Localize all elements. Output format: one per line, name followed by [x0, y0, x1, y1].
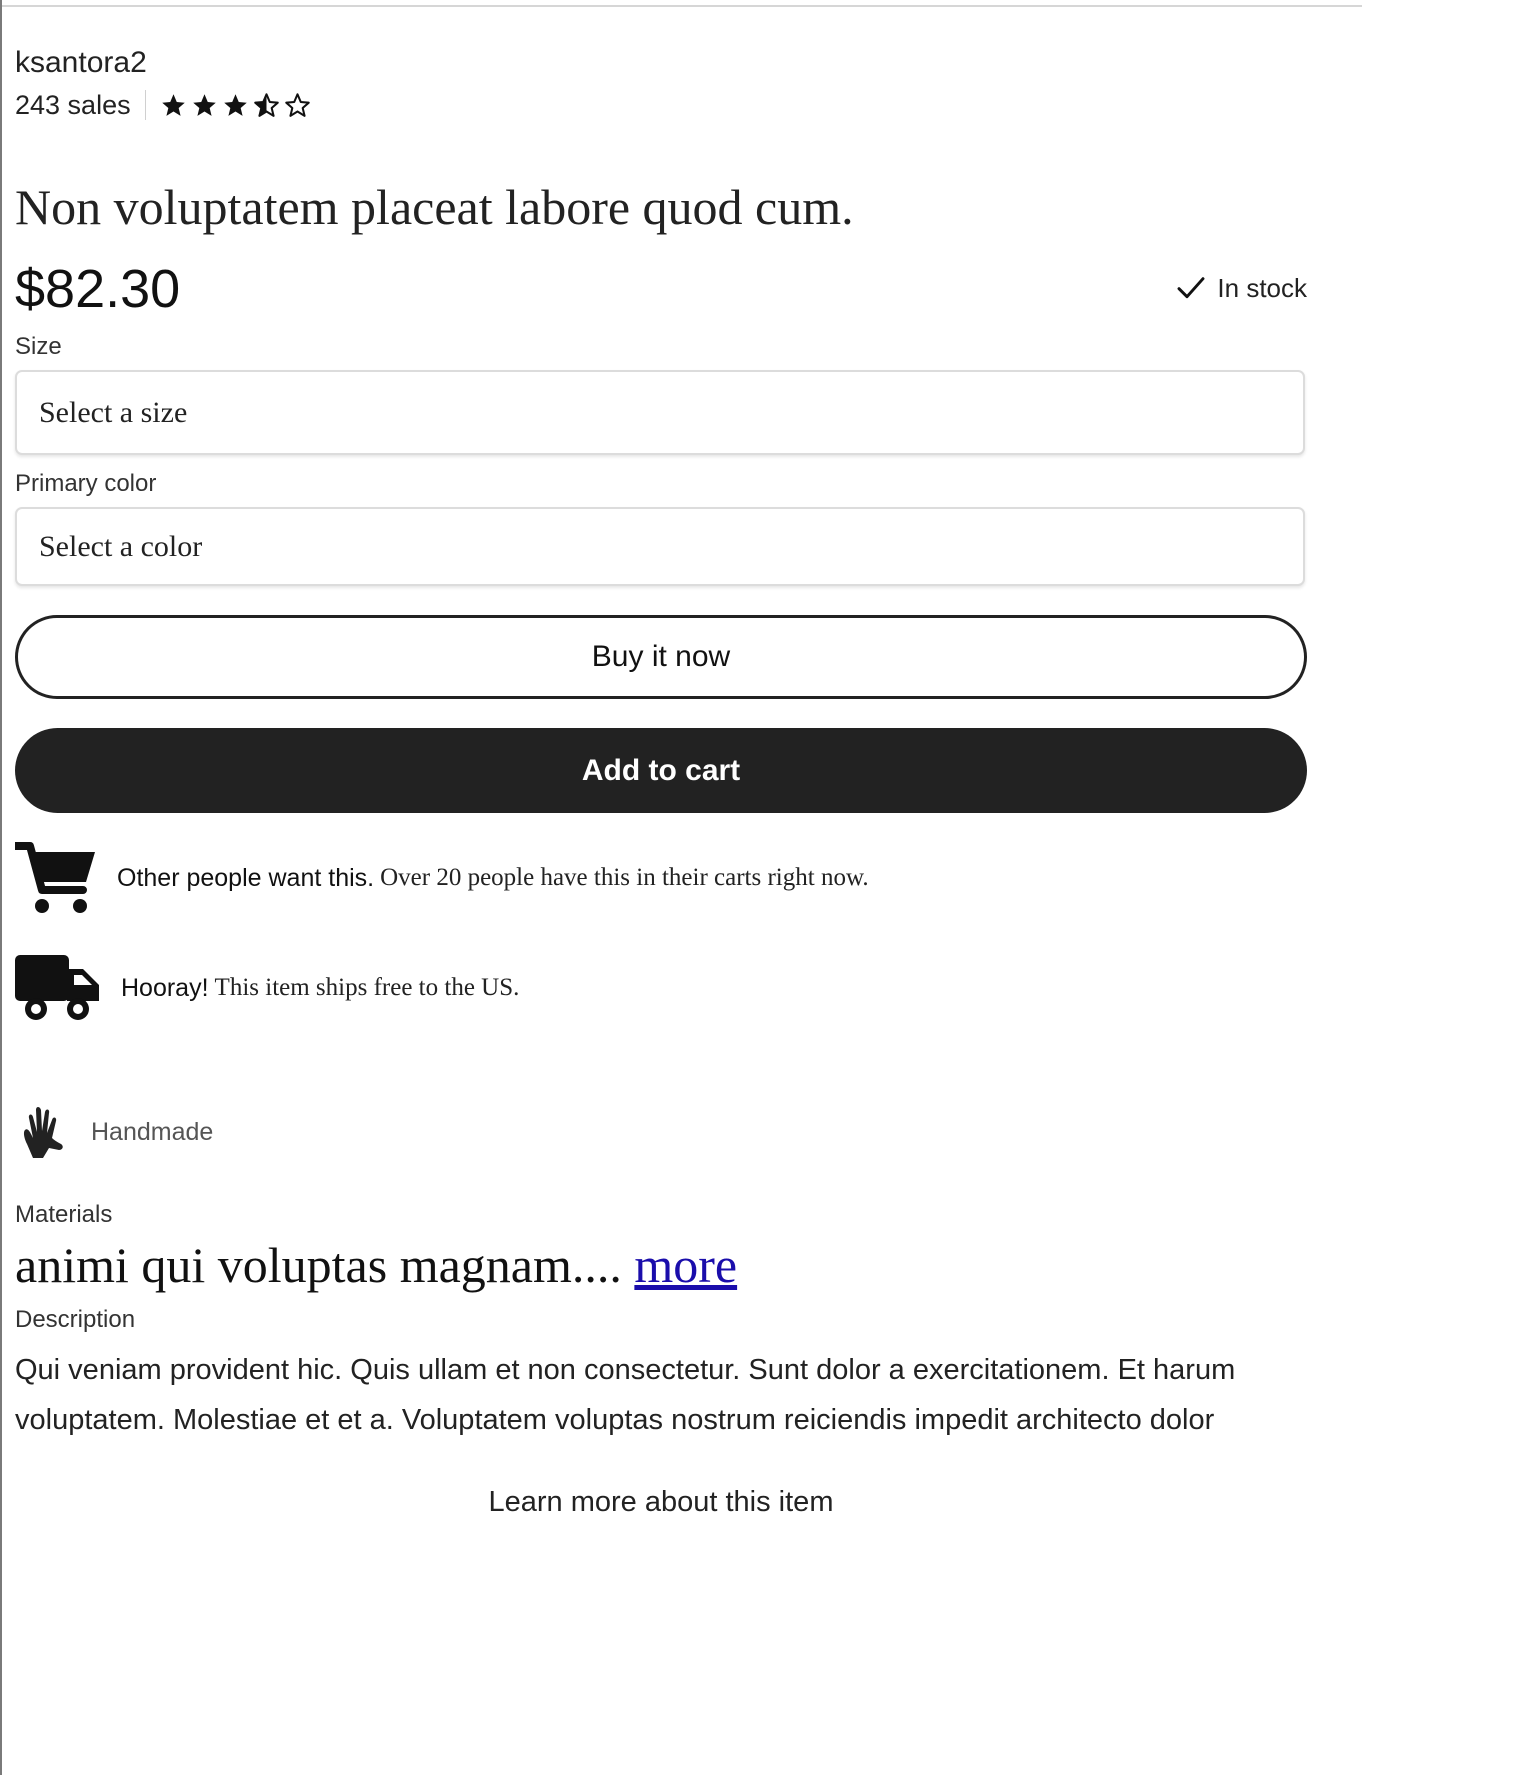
free-shipping-heading: Hooray! [121, 973, 209, 1002]
delivery-truck-icon [15, 955, 99, 1020]
sales-count: 243 sales [15, 89, 131, 120]
star-half-icon [253, 92, 279, 117]
description-label: Description [15, 1306, 136, 1333]
shopping-cart-icon [15, 842, 95, 913]
stats-divider [144, 90, 146, 120]
free-shipping-text: This item ships free to the US. [214, 974, 520, 1001]
listing-price: $82.30 [15, 259, 181, 319]
size-select[interactable]: Select a size [15, 370, 1305, 455]
shop-name[interactable]: ksantora2 [15, 46, 147, 80]
stock-status-label: In stock [1217, 272, 1307, 303]
buy-it-now-button[interactable]: Buy it now [15, 615, 1307, 699]
cart-demand-heading: Other people want this. [117, 863, 375, 892]
hand-icon [23, 1107, 63, 1158]
star-empty-icon [284, 92, 310, 117]
handmade-label: Handmade [91, 1117, 214, 1146]
top-divider [0, 5, 1362, 7]
star-rating[interactable] [160, 92, 311, 119]
listing-title: Non voluptatem placeat labore quod cum. [15, 179, 854, 235]
handmade-badge: Handmade [19, 1104, 213, 1160]
color-select[interactable]: Select a color [15, 507, 1305, 586]
description-text: Qui veniam provident hic. Quis ullam et … [15, 1354, 1236, 1436]
left-border [0, 0, 2, 1775]
learn-more-button[interactable]: Learn more about this item [15, 1486, 1307, 1519]
star-full-icon [192, 93, 216, 116]
color-select-value: Select a color [39, 529, 203, 563]
cart-demand-text: Over 20 people have this in their carts … [380, 864, 869, 891]
stock-status: In stock [1175, 272, 1307, 304]
add-to-cart-button[interactable]: Add to cart [15, 728, 1307, 813]
cart-demand-notice: Other people want this. Over 20 people h… [15, 842, 869, 914]
checkmark-icon [1177, 277, 1205, 299]
materials-more-link[interactable]: more [634, 1237, 737, 1293]
size-select-value: Select a size [39, 395, 188, 429]
materials-label: Materials [15, 1201, 113, 1228]
shop-stats: 243 sales [15, 88, 311, 122]
materials-text: animi qui voluptas magnam.... [15, 1237, 622, 1293]
materials-text-block: animi qui voluptas magnam.... more [15, 1236, 737, 1294]
star-full-icon [223, 93, 247, 116]
star-full-icon [161, 93, 185, 116]
color-label: Primary color [15, 470, 157, 497]
size-label: Size [15, 333, 62, 360]
free-shipping-notice: Hooray! This item ships free to the US. [15, 953, 519, 1023]
